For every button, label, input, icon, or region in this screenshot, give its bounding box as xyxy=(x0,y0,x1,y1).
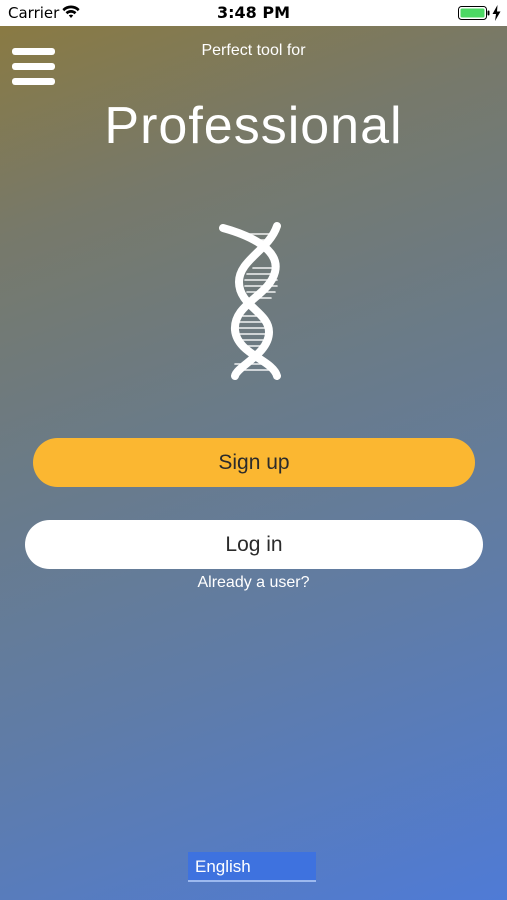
charging-bolt-icon xyxy=(492,5,501,21)
log-in-button[interactable]: Log in xyxy=(25,520,483,569)
dna-helix-icon xyxy=(219,222,281,380)
welcome-screen: Carrier 3:48 PM Perfect tool for Profess… xyxy=(0,0,507,900)
already-user-text: Already a user? xyxy=(197,574,310,591)
app-title: Professional xyxy=(104,97,403,155)
status-bar: Carrier 3:48 PM xyxy=(0,0,507,26)
language-select[interactable]: English xyxy=(188,852,316,882)
sign-up-button[interactable]: Sign up xyxy=(33,438,475,487)
tagline: Perfect tool for xyxy=(201,42,306,59)
status-time: 3:48 PM xyxy=(216,3,290,22)
battery-icon xyxy=(458,6,490,20)
